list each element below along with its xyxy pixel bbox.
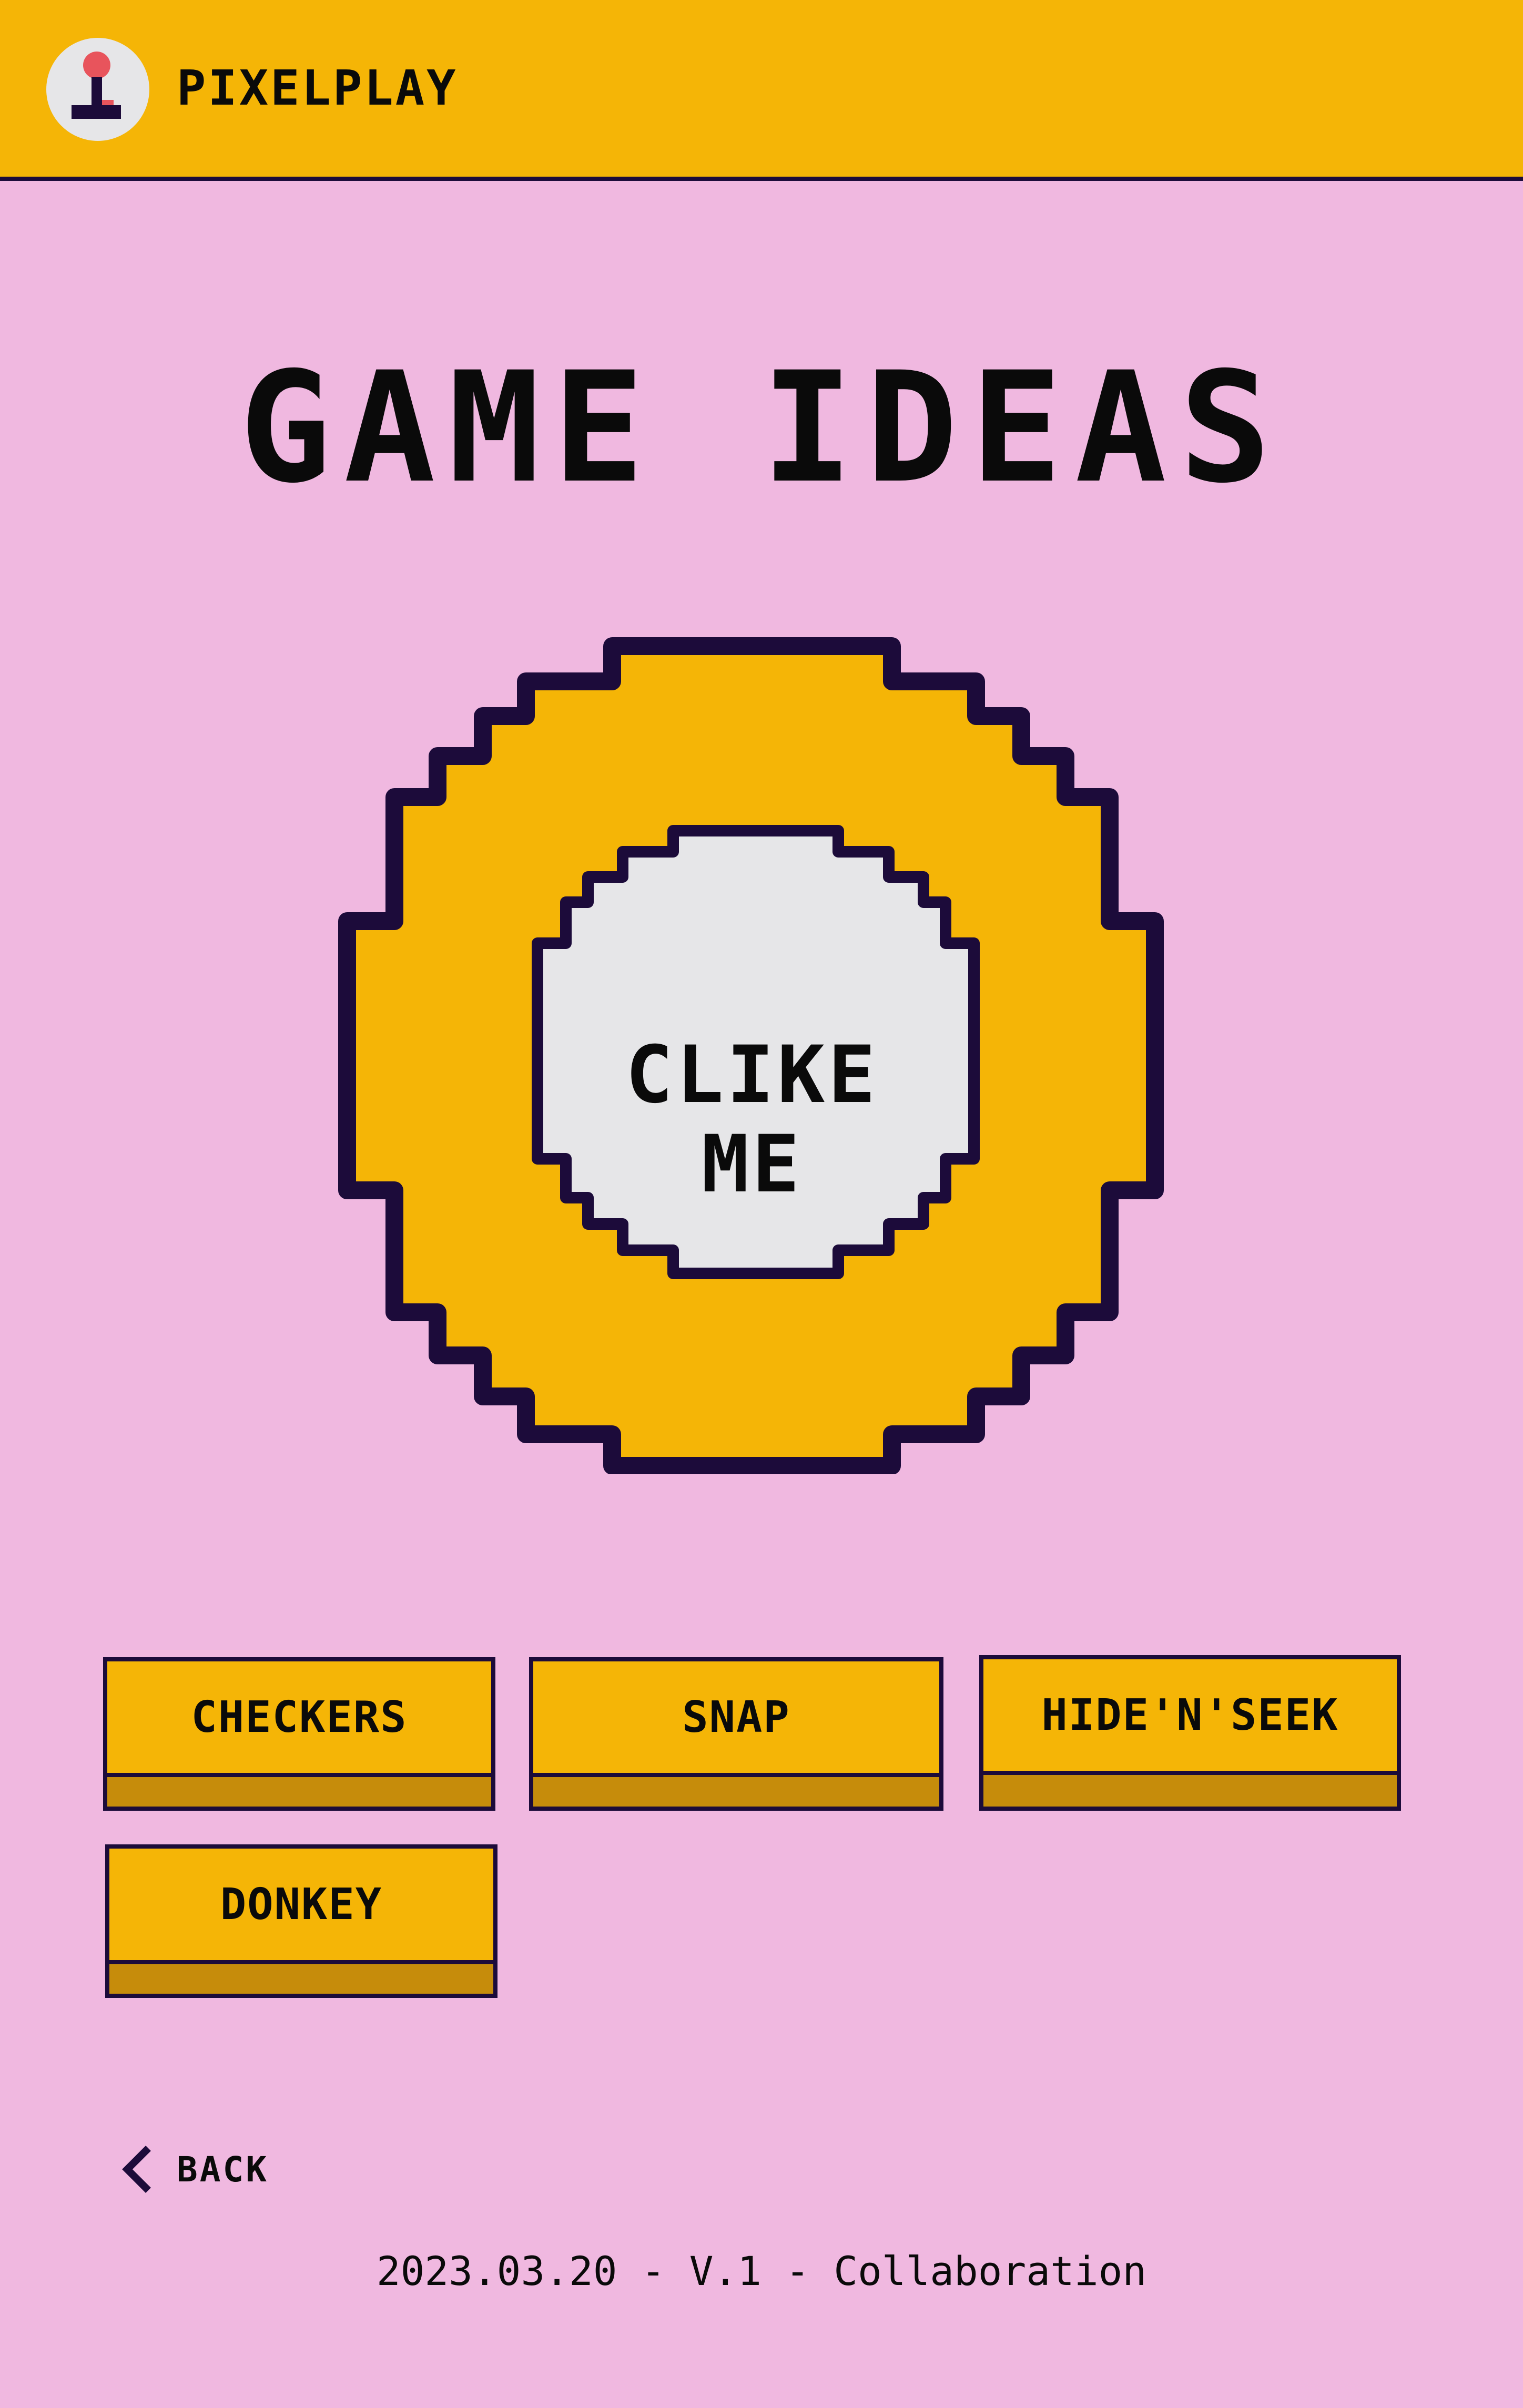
app-header: PIXELPLAY (0, 0, 1523, 181)
chevron-left-icon (122, 2146, 151, 2193)
checkers-button-label: CHECKERS (107, 1661, 491, 1777)
joystick-icon (72, 52, 121, 119)
back-label: BACK (177, 2149, 269, 2190)
donkey-button[interactable]: DONKEY (105, 1844, 497, 1998)
page-title: GAME IDEAS (239, 340, 1284, 517)
coin-label-line1: CLIKE (625, 1029, 879, 1121)
app-logo[interactable] (46, 38, 149, 141)
checkers-button[interactable]: CHECKERS (103, 1657, 495, 1811)
donkey-button-label: DONKEY (109, 1849, 493, 1964)
coin-button-label[interactable]: CLIKE ME (584, 1030, 920, 1209)
hide-n-seek-button-label: HIDE'N'SEEK (983, 1659, 1397, 1775)
snap-button-label: SNAP (533, 1661, 939, 1777)
hide-n-seek-button[interactable]: HIDE'N'SEEK (979, 1655, 1401, 1811)
coin-label-line2: ME (701, 1119, 803, 1210)
app-name: PIXELPLAY (177, 60, 458, 116)
back-link[interactable]: BACK (120, 2144, 269, 2195)
footer-version-text: 2023.03.20 - V.1 - Collaboration (376, 2248, 1147, 2294)
snap-button[interactable]: SNAP (529, 1657, 943, 1811)
